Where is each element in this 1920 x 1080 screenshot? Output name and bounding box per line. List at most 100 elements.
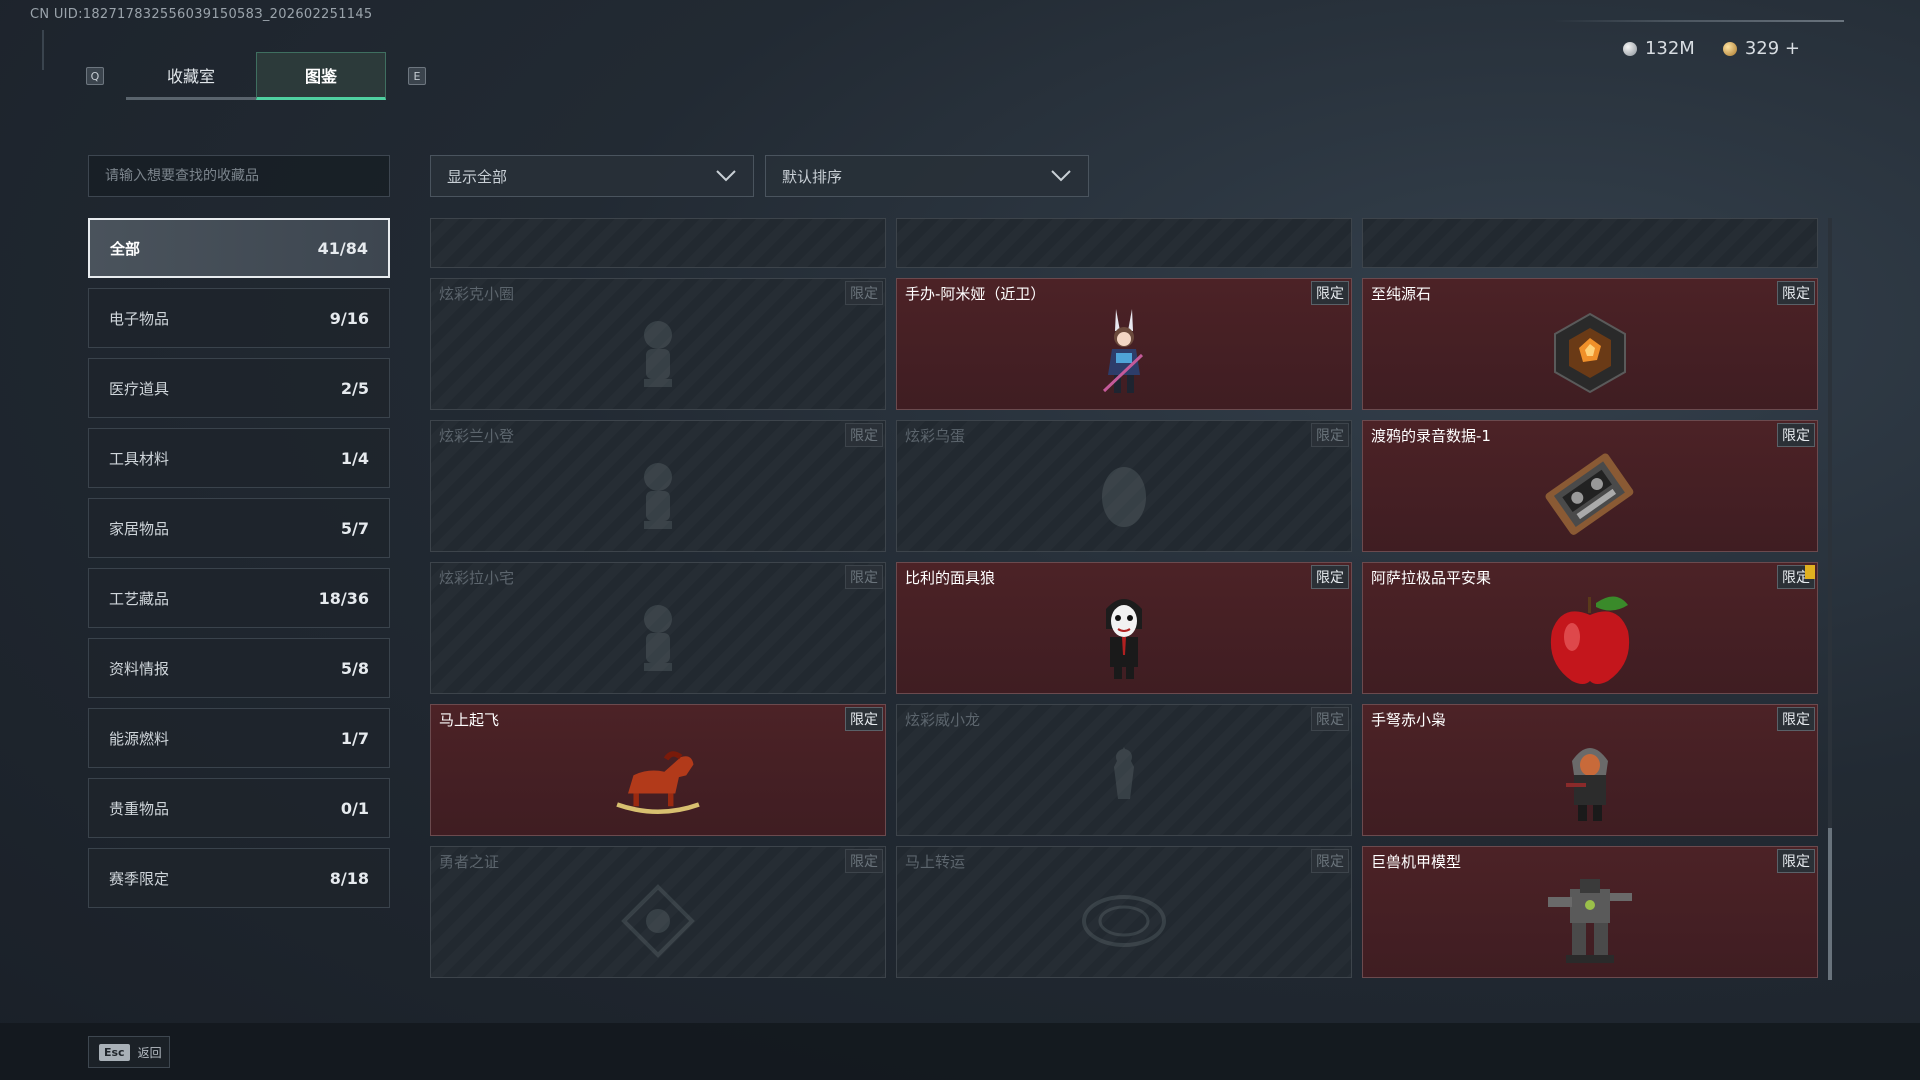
item-card[interactable]: 手弩赤小枭 限定 [1362, 704, 1818, 836]
currency-display: 132M 329 + [1622, 38, 1800, 59]
category-count: 0/1 [340, 798, 369, 818]
category-label: 赛季限定 [109, 869, 170, 888]
category-electronics[interactable]: 电子物品 9/16 [88, 288, 390, 348]
item-card[interactable]: 阿萨拉极品平安果 限定 [1362, 562, 1818, 694]
item-card[interactable]: 马上起飞 限定 [430, 704, 886, 836]
item-name: 勇者之证 [439, 853, 500, 871]
item-name: 炫彩乌蛋 [905, 427, 966, 445]
item-card[interactable]: 炫彩兰小登 限定 [430, 420, 886, 552]
warning-icon [1805, 565, 1815, 579]
item-grid-viewport[interactable]: 炫彩克小圈 限定 手办-阿米娅（近卫） 限定 至纯源石 限定 炫彩兰小登 限定 炫彩乌蛋 限定 渡鸦… [430, 218, 1820, 978]
search-input[interactable] [105, 168, 373, 184]
limited-badge: 限定 [1311, 565, 1349, 589]
limited-badge: 限定 [1777, 281, 1815, 305]
emblem-icon [608, 869, 708, 973]
limited-badge: 限定 [845, 281, 883, 305]
item-card[interactable]: 手办-阿米娅（近卫） 限定 [896, 278, 1352, 410]
limited-badge: 限定 [845, 849, 883, 873]
category-count: 9/16 [329, 308, 369, 328]
item-name: 巨兽机甲模型 [1371, 853, 1462, 871]
sort-value: 默认排序 [782, 167, 843, 186]
sort-dropdown[interactable]: 默认排序 [765, 155, 1089, 197]
gold-amount[interactable]: 329 + [1745, 38, 1800, 59]
search-box[interactable] [88, 155, 390, 197]
coin-emblem-icon [1074, 869, 1174, 973]
item-name: 炫彩拉小宅 [439, 569, 515, 587]
chevron-down-icon [716, 170, 736, 182]
item-card[interactable]: 勇者之证 限定 [430, 846, 886, 978]
item-card-partial[interactable] [1362, 218, 1818, 268]
item-card[interactable]: 至纯源石 限定 [1362, 278, 1818, 410]
category-season-limited[interactable]: 赛季限定 8/18 [88, 848, 390, 908]
back-button[interactable]: Esc 返回 [88, 1036, 170, 1068]
figurine-icon [608, 301, 708, 405]
tab-right-key-hint[interactable]: E [408, 67, 426, 85]
item-name: 手弩赤小枭 [1371, 711, 1447, 729]
grid-scrollbar[interactable] [1828, 218, 1832, 980]
hooded-figure-icon [1540, 727, 1640, 831]
egg-icon [1074, 443, 1174, 547]
silver-currency: 132M [1622, 38, 1695, 59]
gold-currency[interactable]: 329 + [1722, 38, 1800, 59]
figurine-icon [608, 443, 708, 547]
item-card[interactable]: 马上转运 限定 [896, 846, 1352, 978]
masked-puppet-icon [1074, 585, 1174, 689]
item-name: 比利的面具狼 [905, 569, 996, 587]
category-count: 5/8 [340, 658, 369, 678]
category-medical[interactable]: 医疗道具 2/5 [88, 358, 390, 418]
category-intel[interactable]: 资料情报 5/8 [88, 638, 390, 698]
item-card[interactable]: 炫彩克小圈 限定 [430, 278, 886, 410]
item-card[interactable]: 炫彩拉小宅 限定 [430, 562, 886, 694]
category-label: 能源燃料 [109, 729, 170, 748]
category-label: 贵重物品 [109, 799, 170, 818]
tab-left-key-hint[interactable]: Q [86, 67, 104, 85]
amiya-figure-icon [1074, 301, 1174, 405]
silver-coin-icon [1622, 41, 1637, 56]
item-card[interactable]: 巨兽机甲模型 限定 [1362, 846, 1818, 978]
item-name: 马上起飞 [439, 711, 500, 729]
item-card-partial[interactable] [430, 218, 886, 268]
tab-bar: Q 收藏室 图鉴 E [86, 52, 426, 100]
item-card[interactable]: 炫彩威小龙 限定 [896, 704, 1352, 836]
item-card[interactable]: 比利的面具狼 限定 [896, 562, 1352, 694]
category-count: 18/36 [318, 588, 369, 608]
scrollbar-thumb[interactable] [1828, 828, 1832, 980]
back-label: 返回 [137, 1045, 162, 1060]
originium-crystal-icon [1540, 301, 1640, 405]
item-name: 炫彩威小龙 [905, 711, 981, 729]
category-crafts[interactable]: 工艺藏品 18/36 [88, 568, 390, 628]
item-name: 手办-阿米娅（近卫） [905, 285, 1046, 303]
item-card[interactable]: 炫彩乌蛋 限定 [896, 420, 1352, 552]
item-name: 炫彩克小圈 [439, 285, 515, 303]
partial-top-row [430, 218, 1820, 268]
tab-collection-room[interactable]: 收藏室 [126, 52, 256, 100]
category-all[interactable]: 全部 41/84 [88, 218, 390, 278]
mech-model-icon [1540, 869, 1640, 973]
category-valuables[interactable]: 贵重物品 0/1 [88, 778, 390, 838]
limited-badge: 限定 [1777, 423, 1815, 447]
category-label: 工艺藏品 [109, 589, 170, 608]
category-count: 1/7 [340, 728, 369, 748]
category-energy[interactable]: 能源燃料 1/7 [88, 708, 390, 768]
tab-catalog[interactable]: 图鉴 [256, 52, 386, 100]
display-filter-dropdown[interactable]: 显示全部 [430, 155, 754, 197]
gold-coin-icon [1722, 41, 1737, 56]
cassette-tape-icon [1540, 443, 1640, 547]
category-label: 全部 [110, 239, 141, 258]
category-tools[interactable]: 工具材料 1/4 [88, 428, 390, 488]
red-apple-icon [1540, 585, 1640, 689]
top-decoration-line [1554, 20, 1844, 22]
chevron-down-icon [1051, 170, 1071, 182]
limited-badge: 限定 [1777, 707, 1815, 731]
limited-badge: 限定 [1311, 281, 1349, 305]
category-household[interactable]: 家居物品 5/7 [88, 498, 390, 558]
item-name: 阿萨拉极品平安果 [1371, 569, 1492, 587]
limited-badge: 限定 [845, 707, 883, 731]
item-card-partial[interactable] [896, 218, 1352, 268]
limited-badge: 限定 [1311, 849, 1349, 873]
limited-badge: 限定 [1777, 849, 1815, 873]
category-count: 1/4 [340, 448, 369, 468]
category-label: 家居物品 [109, 519, 170, 538]
item-card[interactable]: 渡鸦的录音数据-1 限定 [1362, 420, 1818, 552]
item-name: 炫彩兰小登 [439, 427, 515, 445]
